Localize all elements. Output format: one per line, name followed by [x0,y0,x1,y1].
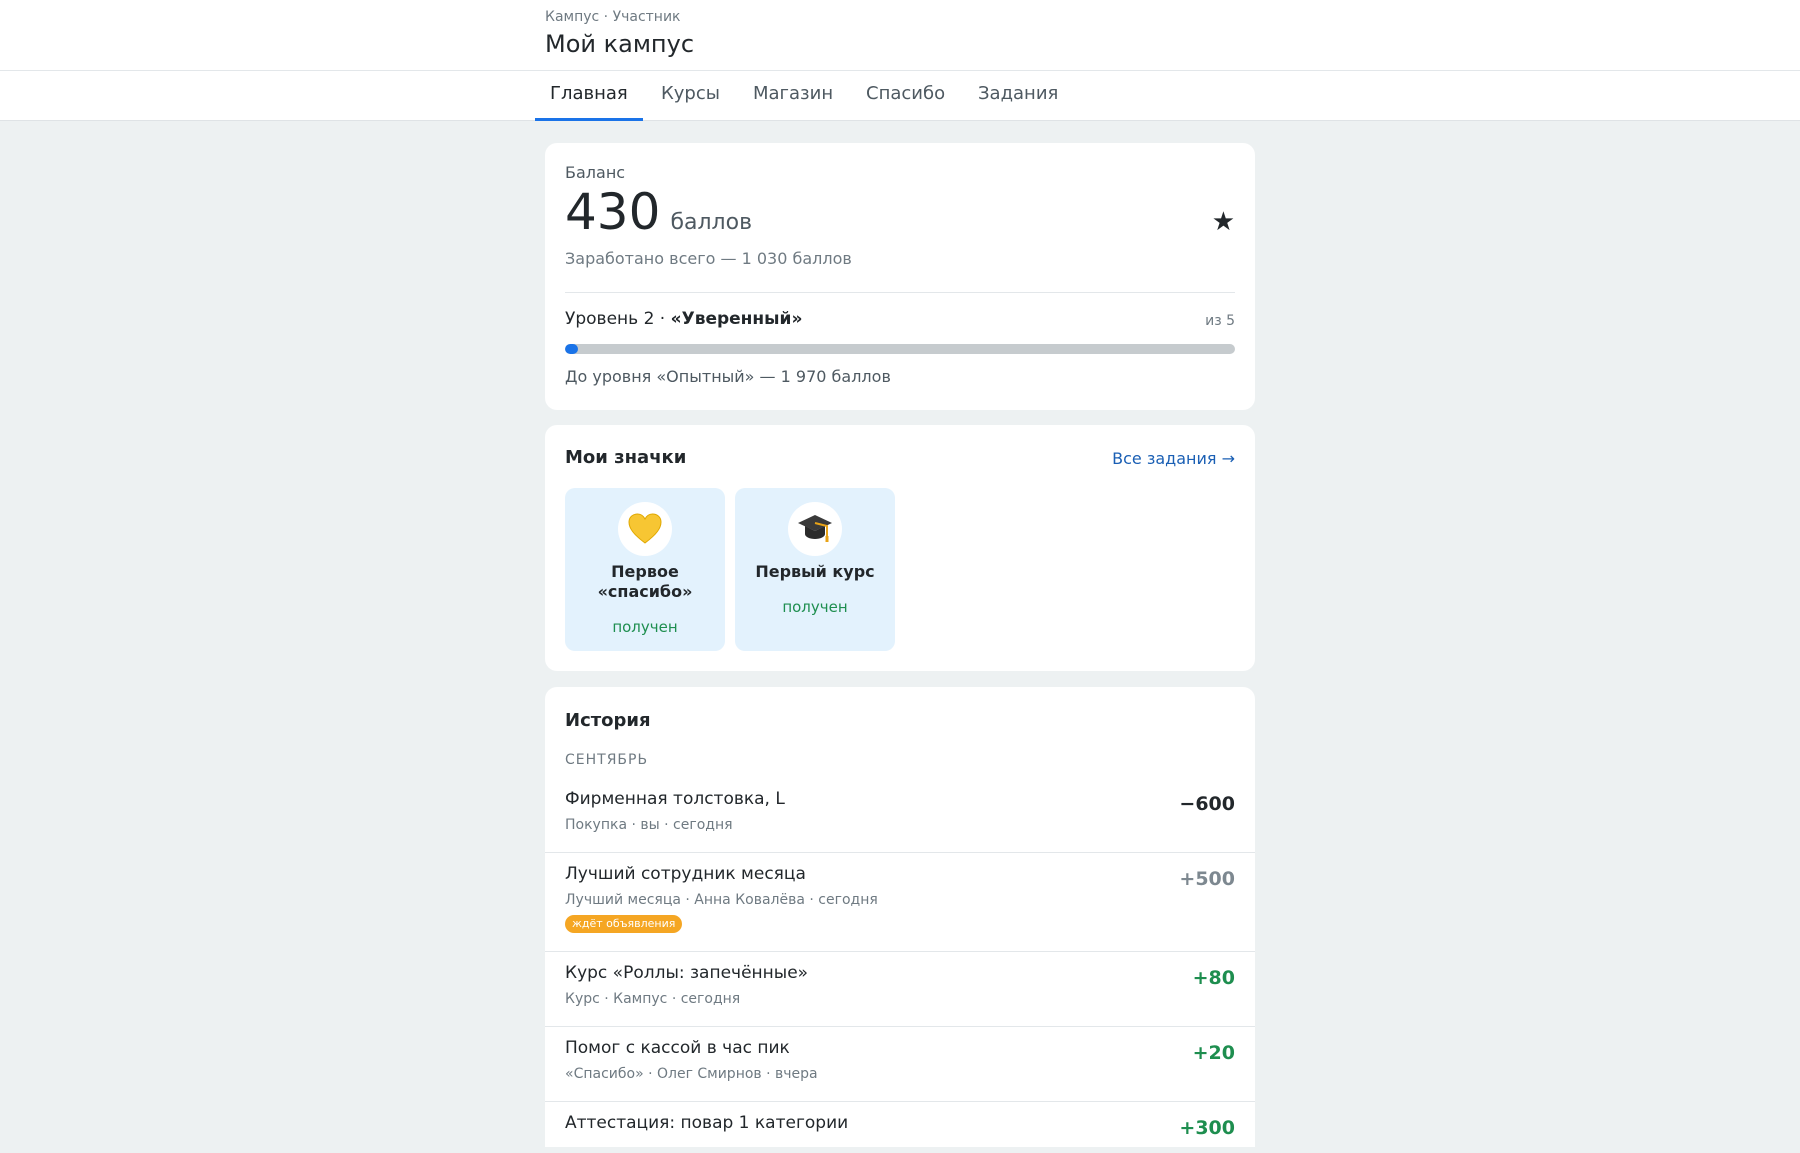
history-row[interactable]: Фирменная толстовка, L Покупка · вы · се… [545,789,1255,853]
badges-title: Мои значки [565,447,687,468]
tab-bar: Главная Курсы Магазин Спасибо Задания [0,71,1800,121]
entry-meta: «Спасибо» · Олег Смирнов · вчера [565,1066,818,1082]
tab-courses[interactable]: Курсы [646,71,735,121]
tab-home[interactable]: Главная [535,71,643,121]
earned-total: Заработано всего — 1 030 баллов [565,249,852,268]
badge-name: Первый курс [755,562,875,581]
page-title: Мой кампус [545,30,695,58]
entry-amount: +80 [1192,967,1235,989]
yellow-heart-icon [618,502,672,556]
entry-meta: Курс · Кампус · сегодня [565,991,741,1007]
pending-badge: ждёт объявления [565,915,683,933]
entry-meta: Лучший месяца · Анна Ковалёва · сегодня [565,892,878,908]
level-name: «Уверенный» [670,309,803,329]
breadcrumb: Кампус · Участник [545,9,681,25]
history-row[interactable]: Помог с кассой в час пик «Спасибо» · Оле… [545,1038,1255,1102]
history-title: История [565,710,651,731]
history-card: История СЕНТЯБРЬ Фирменная толстовка, L … [545,687,1255,1147]
entry-amount: +300 [1179,1117,1235,1139]
history-row[interactable]: Курс «Роллы: запечённые» Курс · Кампус ·… [545,963,1255,1027]
badge-first-thanks[interactable]: Первое «спасибо» получен [565,488,725,651]
graduation-cap-icon [788,502,842,556]
entry-title: Лучший сотрудник месяца [565,864,806,884]
next-level-text: До уровня «Опытный» — 1 970 баллов [565,367,891,386]
entry-title: Аттестация: повар 1 категории [565,1113,849,1133]
badge-status: получен [612,618,678,636]
badges-card: Мои значки Все задания → Первое «спасибо… [545,425,1255,671]
entry-amount: +20 [1192,1042,1235,1064]
level-of-total: из 5 [1205,313,1235,329]
level-progress-bar [565,344,1235,354]
level-prefix: Уровень 2 · [565,309,671,329]
history-row[interactable]: Аттестация: повар 1 категории +300 [545,1113,1255,1153]
badge-name: Первое «спасибо» [597,562,693,601]
balance-card: Баланс 430 баллов ★ Заработано всего — 1… [545,143,1255,410]
history-row[interactable]: Лучший сотрудник месяца Лучший месяца · … [545,864,1255,952]
badge-first-course[interactable]: Первый курс получен [735,488,895,651]
entry-amount: −600 [1179,793,1235,815]
all-tasks-link[interactable]: Все задания → [1112,449,1235,468]
entry-title: Фирменная толстовка, L [565,789,785,809]
badge-status: получен [782,598,848,616]
entry-title: Помог с кассой в час пик [565,1038,790,1058]
entry-title: Курс «Роллы: запечённые» [565,963,809,983]
level-label: Уровень 2 · «Уверенный» [565,309,802,329]
balance-label: Баланс [565,163,626,182]
month-header: СЕНТЯБРЬ [565,752,649,768]
divider [565,292,1235,293]
balance-value: 430 [565,183,661,241]
entry-amount: +500 [1179,868,1235,890]
level-progress-fill [565,344,579,354]
tab-shop[interactable]: Магазин [738,71,848,121]
balance-unit: баллов [670,210,753,235]
balance-row: 430 баллов [565,185,752,240]
top-bar: Кампус · Участник Мой кампус [0,0,1800,71]
tab-thanks[interactable]: Спасибо [851,71,960,121]
entry-meta: Покупка · вы · сегодня [565,817,733,833]
star-icon: ★ [1211,207,1235,237]
tab-tasks[interactable]: Задания [963,71,1073,121]
